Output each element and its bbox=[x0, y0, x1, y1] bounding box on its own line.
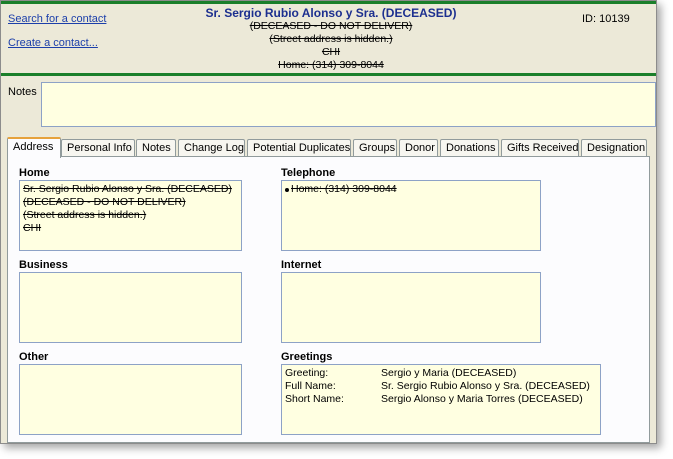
tab-designation[interactable]: Designation bbox=[581, 139, 647, 157]
greeting-row: Greeting: Sergio y Maria (DECEASED) bbox=[285, 367, 597, 380]
notes-label: Notes bbox=[8, 86, 37, 98]
contact-window: Search for a contact Create a contact...… bbox=[0, 0, 657, 444]
tab-change-log[interactable]: Change Log bbox=[178, 139, 245, 157]
search-contact-link[interactable]: Search for a contact bbox=[8, 13, 106, 25]
internet-box[interactable] bbox=[281, 272, 541, 343]
tab-notes[interactable]: Notes bbox=[136, 139, 176, 157]
short-name-label: Short Name: bbox=[285, 393, 344, 405]
contact-name: Sr. Sergio Rubio Alonso y Sra. (DECEASED… bbox=[205, 6, 457, 20]
create-contact-link[interactable]: Create a contact... bbox=[8, 37, 98, 49]
contact-street-line: (Street address is hidden.) bbox=[269, 33, 393, 45]
home-address-line: Sr. Sergio Rubio Alonso y Sra. (DECEASED… bbox=[23, 183, 232, 195]
tab-personal-info[interactable]: Personal Info bbox=[61, 139, 135, 157]
full-name-value: Sr. Sergio Rubio Alonso y Sra. (DECEASED… bbox=[381, 380, 590, 392]
address-tab-panel: Home Sr. Sergio Rubio Alonso y Sra. (DEC… bbox=[7, 156, 650, 443]
full-name-row: Full Name: Sr. Sergio Rubio Alonso y Sra… bbox=[285, 380, 597, 393]
greetings-box[interactable]: Greeting: Sergio y Maria (DECEASED) Full… bbox=[281, 364, 601, 435]
full-name-label: Full Name: bbox=[285, 380, 336, 392]
home-address-line: CHI bbox=[23, 222, 42, 234]
contact-phone-line: Home: (314) 309-8044 bbox=[278, 59, 384, 71]
home-address-line: (DECEASED - DO NOT DELIVER) bbox=[23, 196, 186, 208]
notes-field[interactable] bbox=[41, 82, 656, 127]
business-section-title: Business bbox=[19, 259, 68, 271]
contact-status-line: (DECEASED - DO NOT DELIVER) bbox=[249, 20, 413, 32]
tab-groups[interactable]: Groups bbox=[353, 139, 397, 157]
tab-donor[interactable]: Donor bbox=[399, 139, 438, 157]
home-address-line: (Street address is hidden.) bbox=[23, 209, 147, 221]
greeting-value: Sergio y Maria (DECEASED) bbox=[381, 367, 517, 379]
tab-gifts-received[interactable]: Gifts Received bbox=[501, 139, 579, 157]
contact-city-line: CHI bbox=[321, 46, 341, 58]
header-divider bbox=[1, 73, 656, 76]
home-address-box[interactable]: Sr. Sergio Rubio Alonso y Sra. (DECEASED… bbox=[19, 180, 242, 251]
greeting-label: Greeting: bbox=[285, 367, 329, 379]
tab-address[interactable]: Address bbox=[7, 137, 61, 158]
short-name-value: Sergio Alonso y Maria Torres (DECEASED) bbox=[381, 393, 583, 405]
telephone-entry-text: Home: (314) 309-8044 bbox=[291, 183, 397, 195]
tab-potential-duplicates[interactable]: Potential Duplicates bbox=[247, 139, 351, 157]
contact-header: Search for a contact Create a contact...… bbox=[1, 4, 656, 73]
tab-strip: Address Personal Info Notes Change Log P… bbox=[7, 137, 652, 158]
other-section-title: Other bbox=[19, 351, 49, 363]
internet-section-title: Internet bbox=[281, 259, 322, 271]
telephone-box[interactable]: Home: (314) 309-8044 bbox=[281, 180, 541, 251]
contact-id: ID: 10139 bbox=[582, 13, 630, 25]
greetings-section-title: Greetings bbox=[281, 351, 333, 363]
short-name-row: Short Name: Sergio Alonso y Maria Torres… bbox=[285, 393, 597, 406]
telephone-section-title: Telephone bbox=[281, 167, 336, 179]
tab-donations[interactable]: Donations bbox=[440, 139, 499, 157]
business-address-box[interactable] bbox=[19, 272, 242, 343]
contact-summary: Sr. Sergio Rubio Alonso y Sra. (DECEASED… bbox=[181, 6, 481, 72]
home-section-title: Home bbox=[19, 167, 50, 179]
other-address-box[interactable] bbox=[19, 364, 242, 435]
telephone-entry: Home: (314) 309-8044 bbox=[285, 183, 537, 196]
bullet-icon bbox=[285, 187, 289, 192]
